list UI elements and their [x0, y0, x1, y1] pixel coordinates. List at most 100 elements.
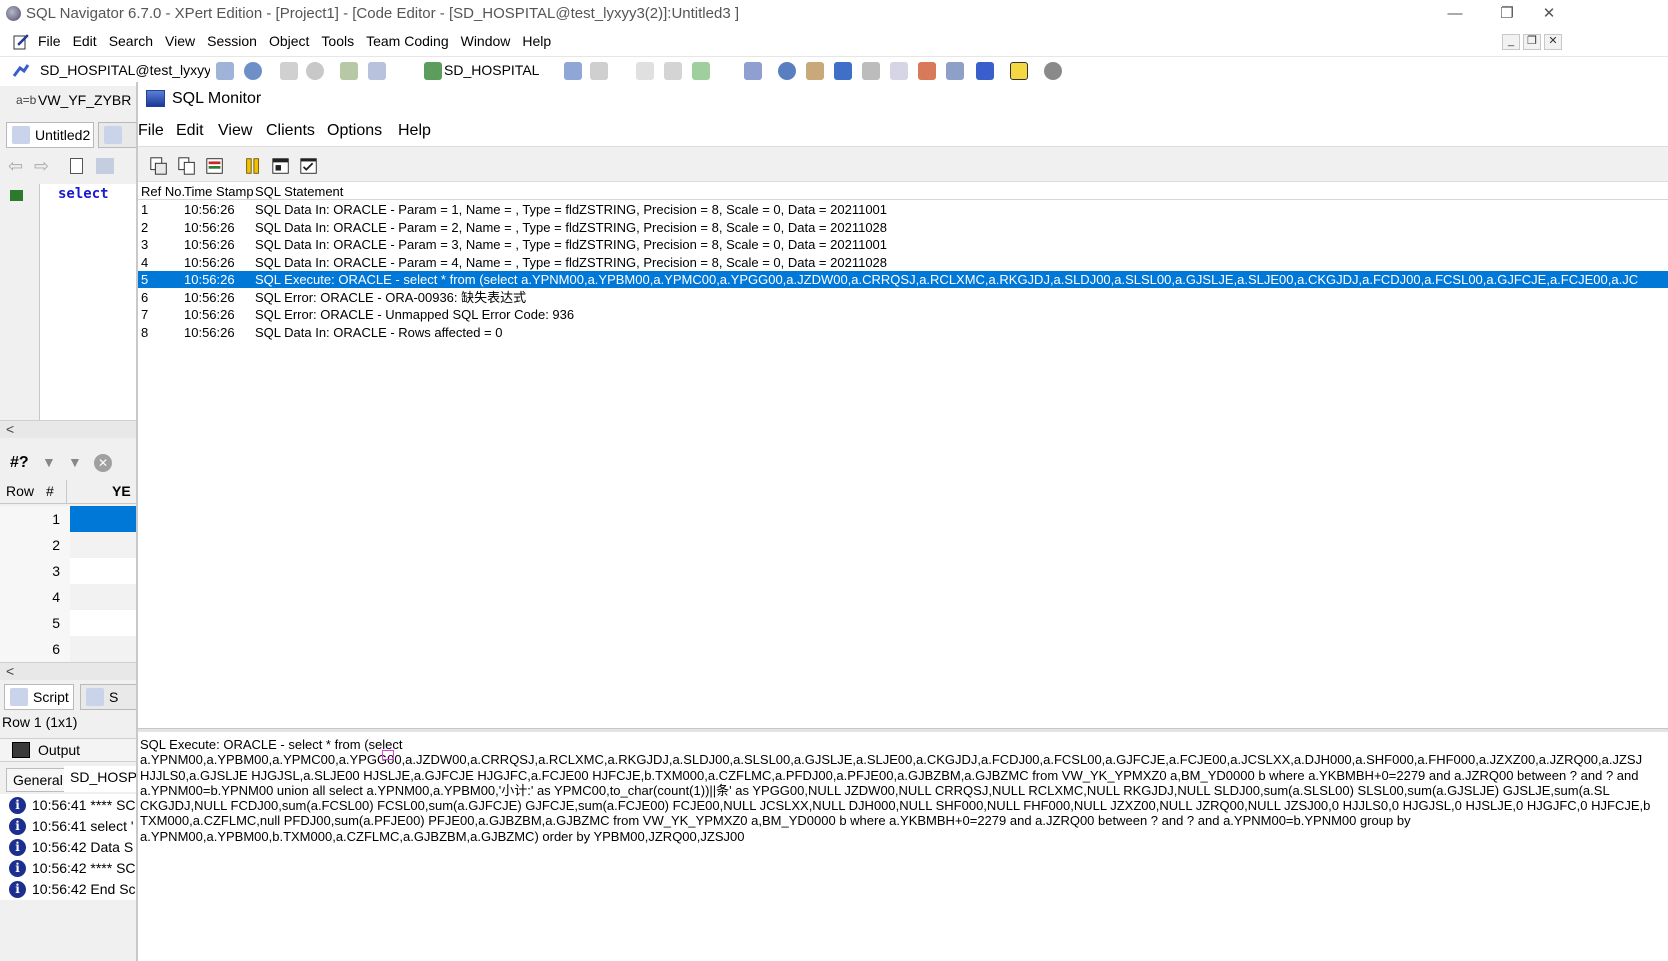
log-row[interactable]: 4 10:56:26 SQL Data In: ORACLE - Param =… [138, 254, 1668, 271]
tab-second[interactable]: S [80, 684, 136, 710]
globe-icon[interactable] [244, 62, 262, 80]
session-label-2[interactable]: SD_HOSPITAL [444, 62, 539, 78]
execute-icon[interactable] [368, 62, 386, 80]
log-row[interactable]: 8 10:56:26 SQL Data In: ORACLE - Rows af… [138, 324, 1668, 341]
monitor-menu-edit[interactable]: Edit [176, 122, 204, 140]
col-ref-no[interactable]: Ref No. [141, 184, 185, 199]
output-line[interactable]: i 10:56:42 Data S [0, 836, 136, 858]
tab-untitled3[interactable] [98, 122, 136, 148]
team-icon[interactable] [918, 62, 936, 80]
stop-icon[interactable] [306, 62, 324, 80]
menu-search[interactable]: Search [109, 33, 153, 49]
refresh-icon[interactable] [216, 62, 234, 80]
window-layout-icon[interactable] [270, 155, 292, 177]
tab-session-output[interactable]: SD_HOSP [64, 766, 136, 792]
monitor-menu-view[interactable]: View [218, 122, 252, 140]
grid-cell[interactable] [70, 584, 136, 610]
menu-window[interactable]: Window [461, 33, 511, 49]
log-row[interactable]: 7 10:56:26 SQL Error: ORACLE - Unmapped … [138, 306, 1668, 323]
grid-cell[interactable] [70, 636, 136, 662]
grid-row[interactable]: 6 [0, 636, 136, 662]
log-row-selected[interactable]: 5 10:56:26 SQL Execute: ORACLE - select … [138, 271, 1668, 288]
col-sql-statement[interactable]: SQL Statement [255, 184, 343, 199]
tree-icon[interactable] [424, 62, 442, 80]
output-line[interactable]: i 10:56:41 **** SC [0, 794, 136, 816]
format-icon[interactable] [590, 62, 608, 80]
session-connect-icon[interactable] [12, 62, 30, 80]
monitor-menu-help[interactable]: Help [398, 122, 431, 140]
run-icon[interactable] [976, 62, 994, 80]
grid-col-data[interactable]: YE [112, 483, 131, 499]
tools-icon[interactable] [806, 62, 824, 80]
mdi-restore-icon[interactable]: ❐ [1523, 34, 1541, 50]
output-line[interactable]: i 10:56:41 select ' [0, 815, 136, 837]
clear-log-icon[interactable] [204, 155, 226, 177]
menu-help[interactable]: Help [522, 33, 551, 49]
pause-icon[interactable] [242, 155, 264, 177]
grid-h-scrollbar[interactable]: < [0, 662, 136, 680]
tab-script[interactable]: Script [4, 684, 74, 710]
grid-icon[interactable] [664, 62, 682, 80]
grid-cell[interactable] [70, 610, 136, 636]
diagram-icon[interactable] [946, 62, 964, 80]
help-icon[interactable] [1010, 62, 1028, 80]
grid-row[interactable]: 5 [0, 610, 136, 636]
edit-icon[interactable] [96, 158, 114, 174]
pause-icon[interactable] [280, 62, 298, 80]
compile-icon[interactable] [340, 62, 358, 80]
menu-team-coding[interactable]: Team Coding [366, 33, 449, 49]
window-icon[interactable] [744, 62, 762, 80]
menu-session[interactable]: Session [207, 33, 257, 49]
session-label[interactable]: SD_HOSPITAL@test_lyxyy3 [40, 62, 210, 78]
filter-icon[interactable]: ▼ [42, 454, 56, 470]
menu-file[interactable]: File [38, 33, 61, 49]
grid-scroll-left-icon[interactable]: < [6, 663, 14, 679]
monitor-menu-clients[interactable]: Clients [266, 122, 315, 140]
log-row[interactable]: 1 10:56:26 SQL Data In: ORACLE - Param =… [138, 201, 1668, 218]
output-line[interactable]: i 10:56:42 **** SC [0, 857, 136, 879]
checklist-icon[interactable] [298, 155, 320, 177]
col-time-stamp[interactable]: Time Stamp [184, 184, 254, 199]
monitor-menu-file[interactable]: File [138, 122, 164, 140]
sql-icon[interactable] [636, 62, 654, 80]
log-row[interactable]: 6 10:56:26 SQL Error: ORACLE - ORA-00936… [138, 289, 1668, 306]
monitor-menu-options[interactable]: Options [327, 122, 382, 140]
sql-editor-icon[interactable] [890, 62, 908, 80]
grid-col-hash[interactable]: # [46, 483, 54, 499]
filter-clear-icon[interactable]: ▼ [68, 454, 82, 470]
settings-icon[interactable] [1044, 62, 1062, 80]
grid-col-row[interactable]: Row [6, 483, 34, 499]
restore-icon[interactable]: ❐ [1484, 2, 1530, 26]
grid-row[interactable]: 3 [0, 558, 136, 584]
output-line[interactable]: i 10:56:42 End Sc [0, 878, 136, 900]
grid-row[interactable]: 1 [0, 506, 136, 532]
cancel-icon[interactable]: ✕ [94, 454, 112, 472]
grid-cell[interactable] [70, 532, 136, 558]
db-icon[interactable] [692, 62, 710, 80]
forward-arrow-icon[interactable]: ⇨ [34, 156, 49, 177]
pane-splitter[interactable] [138, 728, 1668, 732]
editor-h-scrollbar[interactable]: < [0, 420, 136, 438]
back-arrow-icon[interactable]: ⇦ [8, 156, 23, 177]
close-icon[interactable]: ✕ [1526, 2, 1572, 26]
sql-monitor-titlebar[interactable]: SQL Monitor [138, 82, 1668, 116]
mdi-minimize-icon[interactable]: _ [1502, 34, 1520, 50]
explain-icon[interactable] [564, 62, 582, 80]
minimize-icon[interactable]: — [1432, 2, 1478, 26]
copy-icon[interactable] [176, 155, 198, 177]
grid-cell-selected[interactable] [70, 506, 136, 532]
menu-object[interactable]: Object [269, 33, 309, 49]
mdi-close-icon[interactable]: ✕ [1544, 34, 1562, 50]
code-editor[interactable]: select [40, 184, 136, 420]
grid-cell[interactable] [70, 558, 136, 584]
tab-untitled2[interactable]: Untitled2 [6, 122, 94, 148]
tab-general[interactable]: General [6, 768, 70, 792]
grid-hint-label[interactable]: #? [10, 454, 29, 472]
menu-view[interactable]: View [165, 33, 195, 49]
sql-detail-pane[interactable]: SQL Execute: ORACLE - select * from (sel… [138, 734, 1668, 961]
log-row[interactable]: 2 10:56:26 SQL Data In: ORACLE - Param =… [138, 219, 1668, 236]
menu-tools[interactable]: Tools [321, 33, 354, 49]
menu-edit[interactable]: Edit [73, 33, 97, 49]
monitor-icon[interactable] [834, 62, 852, 80]
scroll-left-icon[interactable]: < [6, 421, 14, 437]
